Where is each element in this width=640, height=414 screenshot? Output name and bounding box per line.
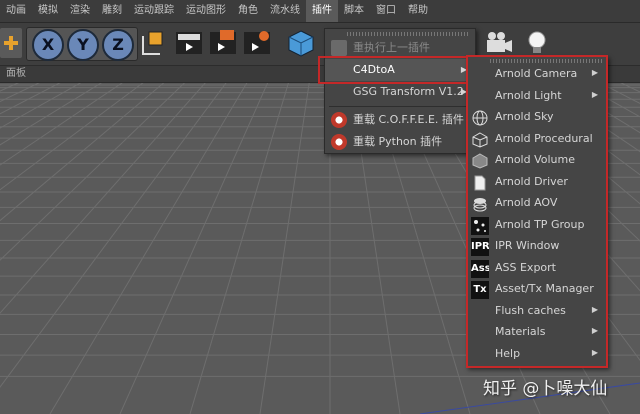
grid-line [0,83,206,314]
grid-line [119,83,269,414]
grid-line [0,83,103,146]
menubar-item[interactable]: 角色 [232,0,264,22]
grid-line [0,83,330,414]
grid-line [0,83,330,414]
grid-line [0,83,40,103]
menubar-item[interactable]: 运动跟踪 [128,0,180,22]
grid-line [0,83,330,414]
grid-line [0,83,330,414]
menubar-item[interactable]: 运动图形 [180,0,232,22]
watermark: 知乎 @卜噪大仙 [483,379,608,399]
grid-line [0,83,186,261]
menubar-item[interactable]: 窗口 [370,0,402,22]
z-axis-toggle[interactable]: Z [102,29,134,61]
menubar-item[interactable]: 帮助 [402,0,434,22]
x-axis-toggle[interactable]: X [32,29,64,61]
menubar-item[interactable]: 雕刻 [96,0,128,22]
highlight-box-c4dtoa [318,56,470,84]
render-picture-viewer-icon[interactable] [208,28,238,58]
grid-line [189,83,289,414]
grid-line [0,83,330,414]
grid-line [0,83,61,115]
menu-bar: 动画 模拟 渲染 雕刻 运动跟踪 运动图形 角色 流水线 插件 脚本 窗口 帮助 [0,0,640,23]
reload-icon [331,112,347,128]
grid-line [0,83,144,191]
grid-line [0,83,330,414]
render-settings-icon[interactable] [242,28,272,58]
grid-line [0,83,330,414]
gsg-transform-menu-item[interactable]: GSG Transform V1.2 ▶ [325,81,475,103]
grid-line [0,83,82,129]
menubar-item[interactable]: 动画 [0,0,32,22]
grid-line [0,83,330,414]
grid-line [0,83,330,414]
menu-grip[interactable] [347,32,469,36]
menubar-item[interactable]: 渲染 [64,0,96,22]
grid-line [0,83,165,222]
highlight-box-submenu [466,55,608,368]
python-icon [331,134,347,150]
grid-line [0,83,330,414]
grid-line [259,83,310,414]
y-axis-toggle[interactable]: Y [67,29,99,61]
grid-line [0,83,330,414]
menubar-item[interactable]: 插件 [306,0,338,22]
camera-icon[interactable] [484,28,514,58]
light-icon[interactable] [522,28,552,58]
grid-line [0,83,330,414]
reload-coffee-item[interactable]: 重载 C.O.F.F.E.E. 插件 [325,109,475,131]
reload-python-item[interactable]: 重载 Python 插件 [325,131,475,153]
grid-line [0,83,20,92]
menubar-item[interactable]: 脚本 [338,0,370,22]
grid-line [0,83,123,166]
render-view-icon[interactable] [174,28,204,58]
coordinate-system-icon[interactable] [138,28,166,58]
menu-divider [329,106,471,107]
move-tool-icon[interactable] [0,28,22,58]
grid-line [49,83,248,414]
cube-icon[interactable] [286,28,316,58]
menubar-item[interactable]: 模拟 [32,0,64,22]
plugin-icon [331,40,347,56]
grid-line [0,83,330,414]
menubar-item[interactable]: 流水线 [264,0,306,22]
grid-line [0,83,330,414]
plugins-menu: 重执行上一插件 C4DtoA ▶ GSG Transform V1.2 ▶ 重载… [324,28,476,154]
grid-line [0,83,227,388]
grid-line [0,83,330,414]
